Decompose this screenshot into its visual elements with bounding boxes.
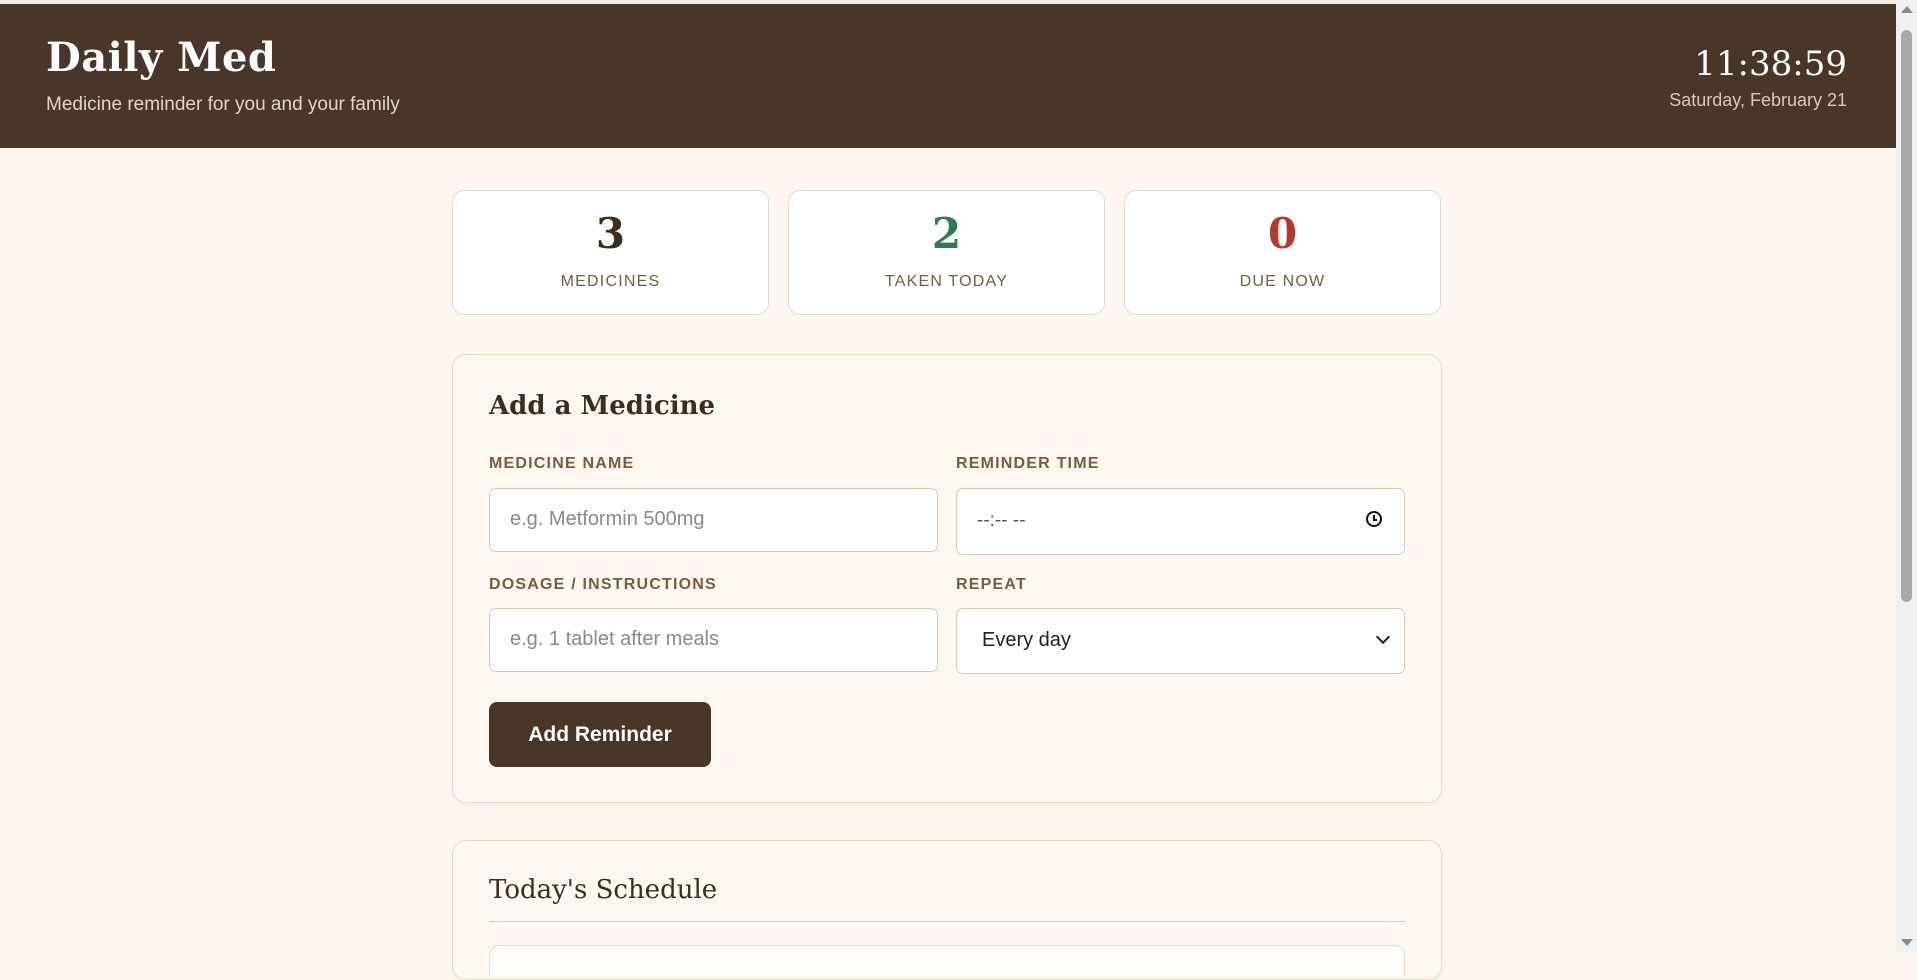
add-reminder-button[interactable]: Add Reminder	[489, 702, 711, 767]
reminder-time-input[interactable]: --:-- --	[956, 488, 1405, 555]
stat-label-medicines: MEDICINES	[560, 273, 661, 290]
medicine-name-placeholder: e.g. Metformin 500mg	[510, 508, 705, 530]
dosage-placeholder: e.g. 1 tablet after meals	[510, 628, 720, 650]
repeat-selected-value: Every day	[982, 629, 1071, 651]
scroll-up-arrow-icon[interactable]	[1901, 6, 1913, 13]
page-scrollbar[interactable]	[1896, 0, 1917, 952]
current-date: Saturday, February 21	[1669, 90, 1847, 110]
schedule-list-item[interactable]	[489, 945, 1405, 976]
stat-card-due-now: 0 DUE NOW	[1124, 190, 1441, 315]
stat-label-due-now: DUE NOW	[1239, 273, 1326, 290]
dosage-input[interactable]: e.g. 1 tablet after meals	[489, 608, 938, 672]
current-time: 11:38:59	[1694, 44, 1847, 84]
clock-icon[interactable]	[1366, 511, 1382, 527]
medicine-name-input[interactable]: e.g. Metformin 500mg	[489, 488, 938, 552]
schedule-panel: Today's Schedule	[452, 840, 1442, 980]
stat-card-taken-today: 2 TAKEN TODAY	[788, 190, 1105, 315]
app-header: Daily Med Medicine reminder for you and …	[0, 4, 1896, 148]
stat-value-due-now: 0	[1267, 209, 1298, 258]
reminder-time-placeholder: --:-- --	[977, 510, 1026, 531]
stat-value-medicines: 3	[595, 209, 626, 258]
app-subtitle: Medicine reminder for you and your famil…	[46, 94, 400, 115]
scroll-down-arrow-icon[interactable]	[1901, 939, 1913, 946]
repeat-select[interactable]: Every day	[956, 608, 1405, 674]
stat-label-taken-today: TAKEN TODAY	[884, 273, 1009, 290]
medicine-name-label: MEDICINE NAME	[489, 455, 635, 472]
stat-card-medicines: 3 MEDICINES	[452, 190, 769, 315]
chevron-down-icon	[1375, 629, 1391, 645]
dosage-label: DOSAGE / INSTRUCTIONS	[489, 576, 717, 593]
reminder-time-label: REMINDER TIME	[956, 455, 1100, 472]
add-medicine-title: Add a Medicine	[489, 391, 716, 421]
stat-value-taken-today: 2	[931, 209, 962, 258]
schedule-title: Today's Schedule	[489, 875, 718, 905]
scrollbar-thumb[interactable]	[1901, 30, 1912, 602]
repeat-label: REPEAT	[956, 576, 1027, 593]
app-title: Daily Med	[46, 34, 277, 81]
add-medicine-panel: Add a Medicine MEDICINE NAME e.g. Metfor…	[452, 354, 1442, 803]
schedule-divider	[489, 921, 1405, 922]
